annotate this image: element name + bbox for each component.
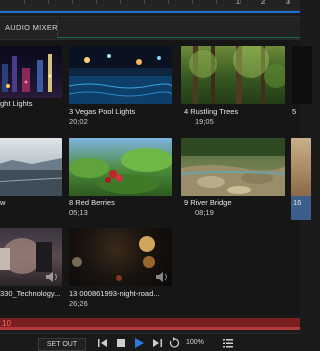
step-back-icon[interactable] xyxy=(97,337,109,349)
river-bridge-image xyxy=(181,138,285,196)
zoom-level[interactable]: 100% xyxy=(186,339,204,346)
clip-name: 16 xyxy=(293,198,302,207)
set-out-button[interactable]: SET OUT xyxy=(38,338,86,351)
timeline-track-line xyxy=(0,11,300,13)
audio-mixer-header: AUDIO MIXER xyxy=(0,16,300,40)
clip-tile[interactable]: 5 xyxy=(292,46,312,126)
clip-tile[interactable]: w xyxy=(0,138,62,208)
ruler-number: 2 xyxy=(261,0,265,6)
list-view-icon[interactable] xyxy=(222,337,234,349)
clip-tile[interactable]: 13 000861993-night-road... 26;26 xyxy=(69,228,172,310)
audio-mixer-tab[interactable]: AUDIO MIXER xyxy=(5,23,58,32)
audio-speaker-icon xyxy=(46,272,57,282)
loop-icon[interactable] xyxy=(168,337,180,349)
timeline-ruler[interactable]: 1 2 3 xyxy=(0,0,300,11)
clip-name: 9 River Bridge xyxy=(184,198,232,207)
clip-thumbnail xyxy=(0,228,62,286)
clip-duration: 20;02 xyxy=(69,117,88,126)
ruler-number: 1 xyxy=(236,0,240,6)
clip-name: 3 Vegas Pool Lights xyxy=(69,107,136,116)
clip-duration: 26;26 xyxy=(69,299,88,308)
divider xyxy=(57,20,58,36)
lake-image xyxy=(0,158,62,196)
clip-thumbnail xyxy=(69,138,172,196)
ruler-tick xyxy=(96,0,97,4)
clip-duration: 19;05 xyxy=(195,117,214,126)
clip-tile-selected[interactable]: 16 xyxy=(291,138,311,220)
ruler-tick xyxy=(48,0,49,4)
clip-tile[interactable]: ght Lights xyxy=(0,46,62,110)
clip-thumbnail xyxy=(69,228,172,286)
clip-duration: 08;19 xyxy=(195,208,214,217)
ruler-tick xyxy=(72,0,73,4)
red-berries-image xyxy=(69,148,172,194)
ruler-number: 3 xyxy=(286,0,290,6)
ruler-tick xyxy=(192,0,193,4)
clip-tile[interactable]: 330_Technology... xyxy=(0,228,62,308)
clip-tile[interactable]: 9 River Bridge 08;19 xyxy=(181,138,285,220)
clip-thumbnail xyxy=(291,138,311,196)
ruler-tick xyxy=(216,0,217,4)
clip-tile[interactable]: 3 Vegas Pool Lights 20;02 xyxy=(69,46,172,126)
clip-thumbnail xyxy=(181,46,285,104)
ruler-tick xyxy=(24,0,25,4)
media-bin-grid: ght Lights 3 Vegas Pool Lights 20;02 4 R… xyxy=(0,40,312,315)
audio-speaker-icon xyxy=(156,272,167,282)
stop-icon[interactable] xyxy=(115,337,127,349)
transport-toolbar: SET OUT 100% xyxy=(0,333,300,351)
clip-thumbnail xyxy=(181,138,285,196)
clip-tile[interactable]: 4 Rustling Trees 19;05 xyxy=(181,46,285,126)
play-icon[interactable] xyxy=(133,337,145,349)
clip-duration: 05;13 xyxy=(69,208,88,217)
clip-thumbnail xyxy=(0,138,62,196)
clip-name: 5 xyxy=(292,107,297,116)
step-forward-icon[interactable] xyxy=(151,337,163,349)
panel-accent-line xyxy=(57,37,300,38)
clip-name: 8 Red Berries xyxy=(69,198,115,207)
clip-name: ght Lights xyxy=(0,99,33,108)
clip-name: 330_Technology... xyxy=(0,289,61,298)
clip-tile[interactable]: 8 Red Berries 05;13 xyxy=(69,138,172,220)
ruler-tick xyxy=(168,0,169,4)
clip-name: 13 000861993-night-road... xyxy=(69,289,160,298)
ruler-tick xyxy=(144,0,145,4)
city-lights-image xyxy=(2,54,52,92)
ruler-tick xyxy=(120,0,121,4)
clip-thumbnail xyxy=(0,46,62,98)
clip-name: 4 Rustling Trees xyxy=(184,107,239,116)
ruler-tick xyxy=(240,0,241,4)
record-progress-fill xyxy=(0,327,300,330)
clip-thumbnail xyxy=(292,46,312,104)
clip-name: w xyxy=(0,198,6,207)
forest-image xyxy=(189,46,285,104)
clip-thumbnail xyxy=(69,46,172,104)
pool-lights-image xyxy=(69,46,172,104)
record-bar: 10 xyxy=(0,318,300,330)
